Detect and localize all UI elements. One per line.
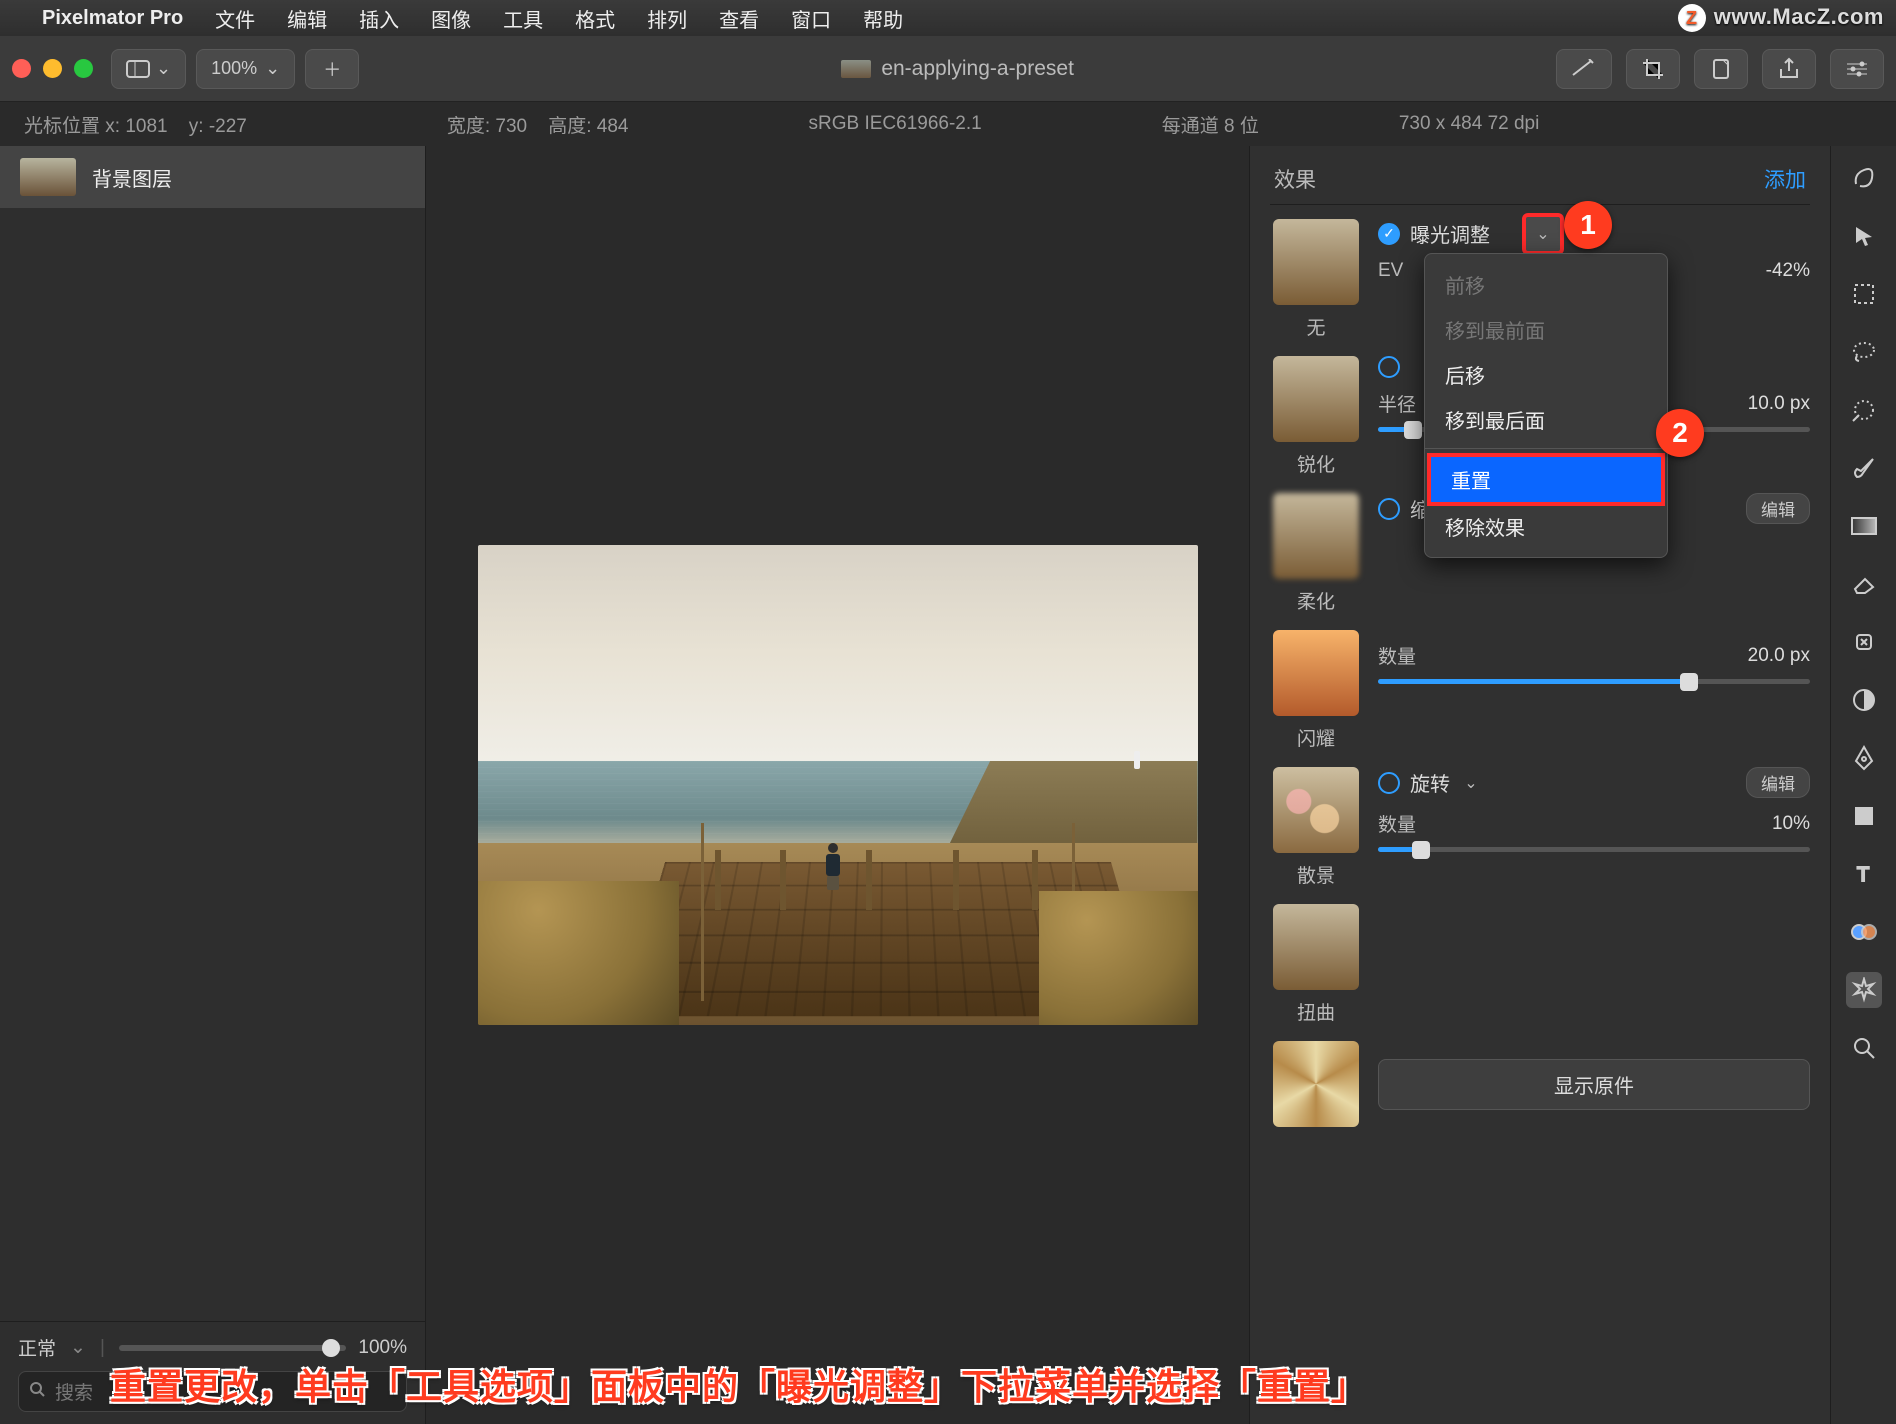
- effect-thumb-none[interactable]: [1273, 219, 1359, 305]
- gradient-tool-icon[interactable]: [1846, 508, 1882, 544]
- layers-panel: 背景图层 正常 ⌄ | 100% 搜索: [0, 146, 426, 1424]
- zoom-effect-toggle[interactable]: [1378, 498, 1400, 520]
- rotate-effect-toggle[interactable]: [1378, 772, 1400, 794]
- menu-help[interactable]: 帮助: [863, 4, 903, 33]
- exposure-value: -42%: [1766, 260, 1810, 282]
- opacity-slider[interactable]: [119, 1345, 347, 1351]
- text-tool-icon[interactable]: T: [1846, 856, 1882, 892]
- color-tool-icon[interactable]: [1846, 914, 1882, 950]
- bokeh-amount-slider[interactable]: [1378, 847, 1810, 852]
- effect-thumb-kaleidoscope[interactable]: [1273, 1041, 1359, 1127]
- marquee-tool-icon[interactable]: [1846, 276, 1882, 312]
- annotation-badge-1: 1: [1564, 201, 1612, 249]
- effect-dropdown-menu: 前移 移到最前面 后移 移到最后面 重置 移除效果: [1424, 253, 1668, 558]
- flash-amount-slider[interactable]: [1378, 679, 1810, 684]
- info-bar: 光标位置 x: 1081 y: -227 宽度: 730 高度: 484 sRG…: [0, 102, 1896, 146]
- brush-tool-icon[interactable]: [1846, 450, 1882, 486]
- sharpen-toggle[interactable]: [1378, 356, 1400, 378]
- blend-mode-select[interactable]: 正常: [18, 1334, 56, 1361]
- menu-insert[interactable]: 插入: [359, 4, 399, 33]
- dropdown-trigger-highlight: ⌄: [1522, 213, 1564, 255]
- app-name[interactable]: Pixelmator Pro: [42, 7, 183, 30]
- share-button[interactable]: [1762, 49, 1816, 89]
- zoom-select[interactable]: 100%⌄: [196, 49, 295, 89]
- rotate-edit-button[interactable]: 编辑: [1746, 767, 1810, 798]
- effect-thumb-flash[interactable]: [1273, 630, 1359, 716]
- inspector-title: 效果: [1274, 164, 1316, 194]
- window-controls: [12, 59, 93, 78]
- effects-tool-icon[interactable]: [1846, 972, 1882, 1008]
- layer-name: 背景图层: [92, 163, 172, 192]
- colorspace-label: sRGB IEC61966-2.1: [809, 113, 982, 135]
- tutorial-caption: 重置更改，单击「工具选项」面板中的「曝光调整」下拉菜单并选择「重置」: [110, 1358, 1368, 1410]
- chevron-down-icon[interactable]: ⌄: [1460, 772, 1482, 794]
- menu-tools[interactable]: 工具: [503, 4, 543, 33]
- menu-move-forward: 前移: [1425, 262, 1667, 307]
- effect-thumb-twist[interactable]: [1273, 904, 1359, 990]
- canvas-area[interactable]: [426, 146, 1250, 1424]
- layer-item[interactable]: 背景图层: [0, 146, 425, 208]
- style-tool-icon[interactable]: [1846, 160, 1882, 196]
- menu-arrange[interactable]: 排列: [647, 4, 687, 33]
- watermark: Zwww.MacZ.com: [1678, 4, 1884, 33]
- menu-remove-effect[interactable]: 移除效果: [1425, 504, 1667, 549]
- close-window[interactable]: [12, 59, 31, 78]
- chevron-down-icon[interactable]: ⌄: [1532, 223, 1554, 245]
- magic-wand-tool-icon[interactable]: [1846, 392, 1882, 428]
- zoom-edit-button[interactable]: 编辑: [1746, 493, 1810, 524]
- sidebar-toggle-button[interactable]: ⌄: [111, 49, 186, 89]
- add-button[interactable]: ＋: [305, 49, 359, 89]
- search-icon: [29, 1381, 45, 1403]
- exposure-effect-name: 曝光调整: [1410, 219, 1490, 248]
- macos-menubar: Pixelmator Pro 文件 编辑 插入 图像 工具 格式 排列 查看 窗…: [0, 0, 1896, 36]
- bokeh-amount-value: 10%: [1772, 813, 1810, 835]
- bitdepth-label: 每通道 8 位: [1162, 111, 1259, 138]
- add-effect-button[interactable]: 添加: [1764, 164, 1806, 194]
- menu-view[interactable]: 查看: [719, 4, 759, 33]
- eraser-tool-icon[interactable]: [1846, 566, 1882, 602]
- show-original-button[interactable]: 显示原件: [1378, 1059, 1810, 1110]
- dimensions-label: 730 x 484 72 dpi: [1399, 113, 1540, 135]
- color-adjust-tool-icon[interactable]: [1846, 682, 1882, 718]
- zoom-tool-icon[interactable]: [1846, 1030, 1882, 1066]
- enhance-button[interactable]: [1556, 49, 1612, 89]
- tool-strip: T: [1830, 146, 1896, 1424]
- radius-value: 10.0 px: [1748, 393, 1810, 415]
- annotation-badge-2: 2: [1656, 409, 1704, 457]
- svg-text:T: T: [1857, 864, 1869, 885]
- document-image: [478, 545, 1198, 1025]
- menu-move-backward[interactable]: 后移: [1425, 352, 1667, 397]
- menu-format[interactable]: 格式: [575, 4, 615, 33]
- menu-file[interactable]: 文件: [215, 4, 255, 33]
- menu-reset[interactable]: 重置: [1427, 453, 1665, 506]
- menu-move-last[interactable]: 移到最后面: [1425, 397, 1667, 442]
- exposure-toggle[interactable]: [1378, 223, 1400, 245]
- inspector-toggle-button[interactable]: [1830, 49, 1884, 89]
- menu-edit[interactable]: 编辑: [287, 4, 327, 33]
- export-button[interactable]: [1694, 49, 1748, 89]
- blend-mode-row: 正常 ⌄ | 100%: [18, 1334, 407, 1361]
- menu-window[interactable]: 窗口: [791, 4, 831, 33]
- effect-thumb-sharpen[interactable]: [1273, 356, 1359, 442]
- menu-image[interactable]: 图像: [431, 4, 471, 33]
- arrow-tool-icon[interactable]: [1846, 218, 1882, 254]
- layer-thumb-icon: [20, 158, 76, 196]
- lasso-tool-icon[interactable]: [1846, 334, 1882, 370]
- repair-tool-icon[interactable]: [1846, 624, 1882, 660]
- shape-tool-icon[interactable]: [1846, 798, 1882, 834]
- crop-button[interactable]: [1626, 49, 1680, 89]
- flash-amount-value: 20.0 px: [1748, 645, 1810, 667]
- fullscreen-window[interactable]: [74, 59, 93, 78]
- document-title: en-applying-a-preset: [359, 57, 1556, 81]
- effect-thumb-bokeh[interactable]: [1273, 767, 1359, 853]
- app-toolbar: ⌄ 100%⌄ ＋ en-applying-a-preset: [0, 36, 1896, 102]
- minimize-window[interactable]: [43, 59, 62, 78]
- opacity-value: 100%: [358, 1337, 407, 1359]
- doc-thumb-icon: [841, 60, 871, 78]
- effect-thumb-soften[interactable]: [1273, 493, 1359, 579]
- menu-move-front: 移到最前面: [1425, 307, 1667, 352]
- pen-tool-icon[interactable]: [1846, 740, 1882, 776]
- effects-inspector: 效果 添加 无 曝光调整 ⌄ 1 EV -4: [1250, 146, 1830, 1424]
